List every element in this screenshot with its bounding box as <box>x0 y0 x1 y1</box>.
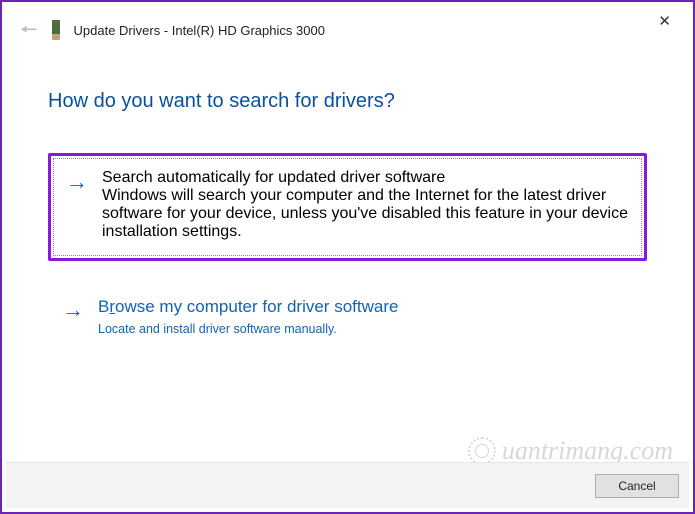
option-title: Search automatically for updated driver … <box>102 169 629 187</box>
footer: Cancel <box>6 462 689 508</box>
window-title: Update Drivers - Intel(R) HD Graphics 30… <box>74 23 325 38</box>
back-arrow-icon: 🠔 <box>20 20 38 40</box>
option-description: Locate and install driver software manua… <box>98 321 633 338</box>
content-area: How do you want to search for drivers? →… <box>2 46 693 352</box>
dialog-window: ✕ 🠔 Update Drivers - Intel(R) HD Graphic… <box>0 0 695 514</box>
mnemonic: S <box>102 169 113 186</box>
header: 🠔 Update Drivers - Intel(R) HD Graphics … <box>2 2 693 46</box>
arrow-right-icon: → <box>66 171 88 193</box>
option-title-pre: B <box>98 297 109 316</box>
cancel-button[interactable]: Cancel <box>595 474 679 498</box>
option-search-automatically[interactable]: → Search automatically for updated drive… <box>53 158 642 256</box>
device-icon <box>52 20 60 40</box>
option-title-text: owse my computer for driver software <box>115 297 398 316</box>
watermark-logo-icon <box>468 437 496 465</box>
close-button[interactable]: ✕ <box>650 8 679 34</box>
page-heading: How do you want to search for drivers? <box>48 90 647 113</box>
option-browse-computer[interactable]: → Browse my computer for driver software… <box>48 283 647 352</box>
option-title-text: earch automatically for updated driver s… <box>113 169 446 186</box>
option-description: Windows will search your computer and th… <box>102 187 629 241</box>
option-body: Search automatically for updated driver … <box>102 169 629 241</box>
highlight-frame: → Search automatically for updated drive… <box>48 153 647 261</box>
arrow-right-icon: → <box>62 299 84 321</box>
option-title: Browse my computer for driver software <box>98 297 633 317</box>
option-body: Browse my computer for driver software L… <box>98 297 633 338</box>
